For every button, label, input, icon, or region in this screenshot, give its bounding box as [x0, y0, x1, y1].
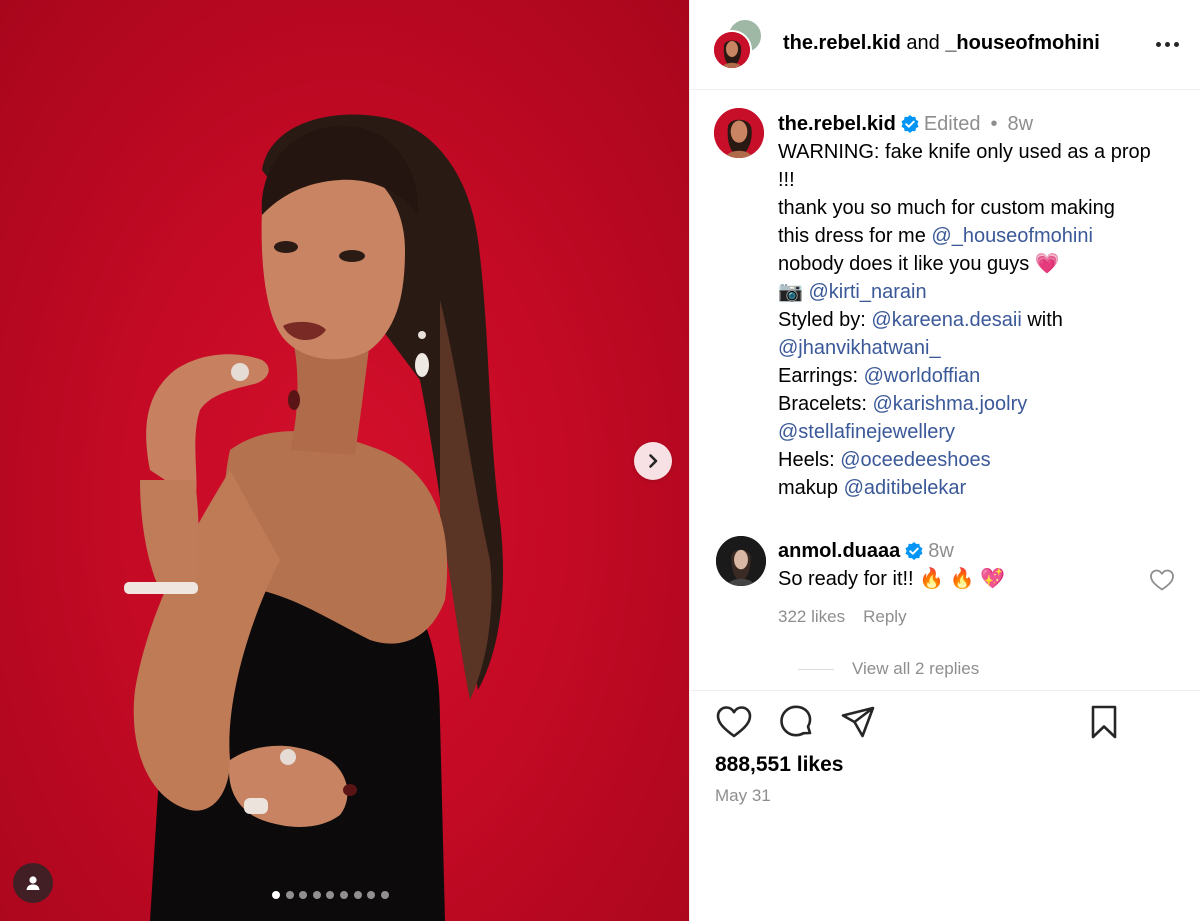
carousel-dot: [353, 891, 362, 899]
chevron-right-icon: [649, 454, 658, 468]
post-details-panel: the.rebel.kid and _houseofmohini the.reb…: [689, 0, 1200, 921]
caption-line: makup @aditibelekar: [778, 474, 1198, 502]
comment-likes-count[interactable]: 322 likes: [778, 607, 845, 627]
caption-line: Earrings: @worldoffian: [778, 362, 1198, 390]
commenter-username-link[interactable]: anmol.duaaa: [778, 537, 900, 565]
caption-line: WARNING: fake knife only used as a prop: [778, 141, 1151, 163]
caption-line: !!!: [778, 169, 795, 191]
caption-line: thank you so much for custom making: [778, 197, 1115, 219]
caption-text: makup: [778, 477, 844, 499]
comment-emojis: 🔥 🔥 💖: [919, 568, 1005, 590]
comment-reply-button[interactable]: Reply: [863, 607, 906, 627]
carousel-dot: [272, 891, 280, 899]
comment-header: anmol.duaaa 8w: [778, 537, 1158, 565]
caption-body: the.rebel.kid Edited • 8w WARNING: fake …: [778, 110, 1198, 502]
user-tag-icon: [26, 876, 40, 890]
camera-emoji: 📷: [778, 281, 803, 303]
caption-text: Styled by:: [778, 309, 872, 331]
collaborator-username-link[interactable]: _houseofmohini: [945, 32, 1099, 54]
caption-text: Earrings:: [778, 365, 864, 387]
author-username-link[interactable]: the.rebel.kid: [783, 32, 901, 54]
carousel-indicator: [272, 891, 389, 899]
carousel-next-button[interactable]: [634, 442, 672, 480]
conjunction-text: and: [906, 32, 940, 54]
caption-line: @jhanvikhatwani_: [778, 334, 1198, 362]
caption-line: 📷 @kirti_narain: [778, 278, 1198, 306]
commenter-avatar-image: [716, 536, 766, 586]
carousel-dot: [326, 891, 335, 899]
mention-link[interactable]: @kareena.desaii: [871, 309, 1021, 331]
caption-header: the.rebel.kid Edited • 8w: [778, 110, 1198, 138]
heart-icon[interactable]: [715, 703, 753, 741]
author-avatar-image: [714, 32, 750, 68]
post-header: the.rebel.kid and _houseofmohini: [690, 0, 1200, 90]
collab-avatars[interactable]: [712, 18, 770, 72]
comment-age[interactable]: 8w: [928, 537, 954, 565]
caption-username-link[interactable]: the.rebel.kid: [778, 110, 896, 138]
paper-plane-icon[interactable]: [839, 703, 877, 741]
mention-link[interactable]: @karishma.joolry: [872, 393, 1027, 415]
post-photo: [124, 114, 504, 921]
post-action-bar: [690, 690, 1200, 750]
carousel-dot: [312, 891, 321, 899]
caption-line: this dress for me @_houseofmohini: [778, 222, 1198, 250]
carousel-dot: [285, 891, 294, 899]
meta-separator: •: [990, 113, 998, 135]
comment-like-heart-icon[interactable]: [1149, 568, 1175, 592]
caption-line: Heels: @oceedeeshoes: [778, 446, 1198, 474]
mention-link[interactable]: @_houseofmohini: [931, 225, 1093, 247]
caption-text: nobody does it like you guys: [778, 253, 1035, 275]
instagram-post: the.rebel.kid and _houseofmohini the.reb…: [0, 0, 1200, 921]
caption-author-avatar[interactable]: [714, 108, 764, 158]
comment-actions: 322 likes Reply: [778, 607, 907, 627]
comment-text-line: So ready for it!! 🔥 🔥 💖: [778, 565, 1158, 593]
tagged-users-button[interactable]: [13, 863, 53, 903]
caption-line: @stellafinejewellery: [778, 418, 1198, 446]
more-horizontal-icon: [1164, 41, 1170, 47]
carousel-dot: [380, 891, 389, 899]
mention-link[interactable]: @aditibelekar: [844, 477, 967, 499]
more-horizontal-icon: [1173, 41, 1179, 47]
caption-text: Bracelets:: [778, 393, 873, 415]
verified-badge-icon: [905, 542, 923, 560]
commenter-avatar[interactable]: [716, 536, 766, 586]
mention-link[interactable]: @stellafinejewellery: [778, 421, 955, 443]
carousel-dot: [299, 891, 308, 899]
view-replies-label[interactable]: View all 2 replies: [852, 659, 979, 679]
mention-link[interactable]: @kirti_narain: [808, 281, 926, 303]
post-likes-count[interactable]: 888,551 likes: [715, 753, 843, 777]
author-avatar[interactable]: [712, 30, 752, 70]
more-options-button[interactable]: [1150, 30, 1184, 58]
mention-link[interactable]: @jhanvikhatwani_: [778, 337, 941, 359]
caption-line: Styled by: @kareena.desaii with: [778, 306, 1198, 334]
carousel-dot: [367, 891, 376, 899]
carousel-dot: [339, 891, 348, 899]
view-replies-button[interactable]: View all 2 replies: [798, 659, 979, 679]
caption-age[interactable]: 8w: [1008, 110, 1034, 138]
pink-heart-emoji: 💗: [1034, 253, 1060, 275]
caption-text: with: [1021, 309, 1063, 331]
caption-text: Heels:: [778, 449, 841, 471]
header-usernames: the.rebel.kid and _houseofmohini: [783, 32, 1100, 55]
comment-text: So ready for it!!: [778, 568, 920, 590]
comment-bubble-icon[interactable]: [777, 703, 815, 741]
mention-link[interactable]: @worldoffian: [864, 365, 981, 387]
caption-avatar-image: [714, 108, 764, 158]
caption-line: nobody does it like you guys 💗: [778, 250, 1198, 278]
bookmark-icon[interactable]: [1085, 703, 1123, 741]
comment-item: anmol.duaaa 8w So ready for it!! 🔥 🔥 💖 3…: [712, 533, 1182, 683]
post-date[interactable]: May 31: [715, 786, 771, 806]
caption-line: Bracelets: @karishma.joolry: [778, 390, 1198, 418]
post-media[interactable]: [0, 0, 689, 921]
comment-body: anmol.duaaa 8w So ready for it!! 🔥 🔥 💖: [778, 537, 1158, 593]
more-horizontal-icon: [1155, 41, 1161, 47]
caption-text: this dress for me: [778, 225, 932, 247]
mention-link[interactable]: @oceedeeshoes: [840, 449, 990, 471]
verified-badge-icon: [901, 115, 919, 133]
edited-label: Edited: [923, 113, 981, 135]
replies-divider: [798, 668, 834, 670]
